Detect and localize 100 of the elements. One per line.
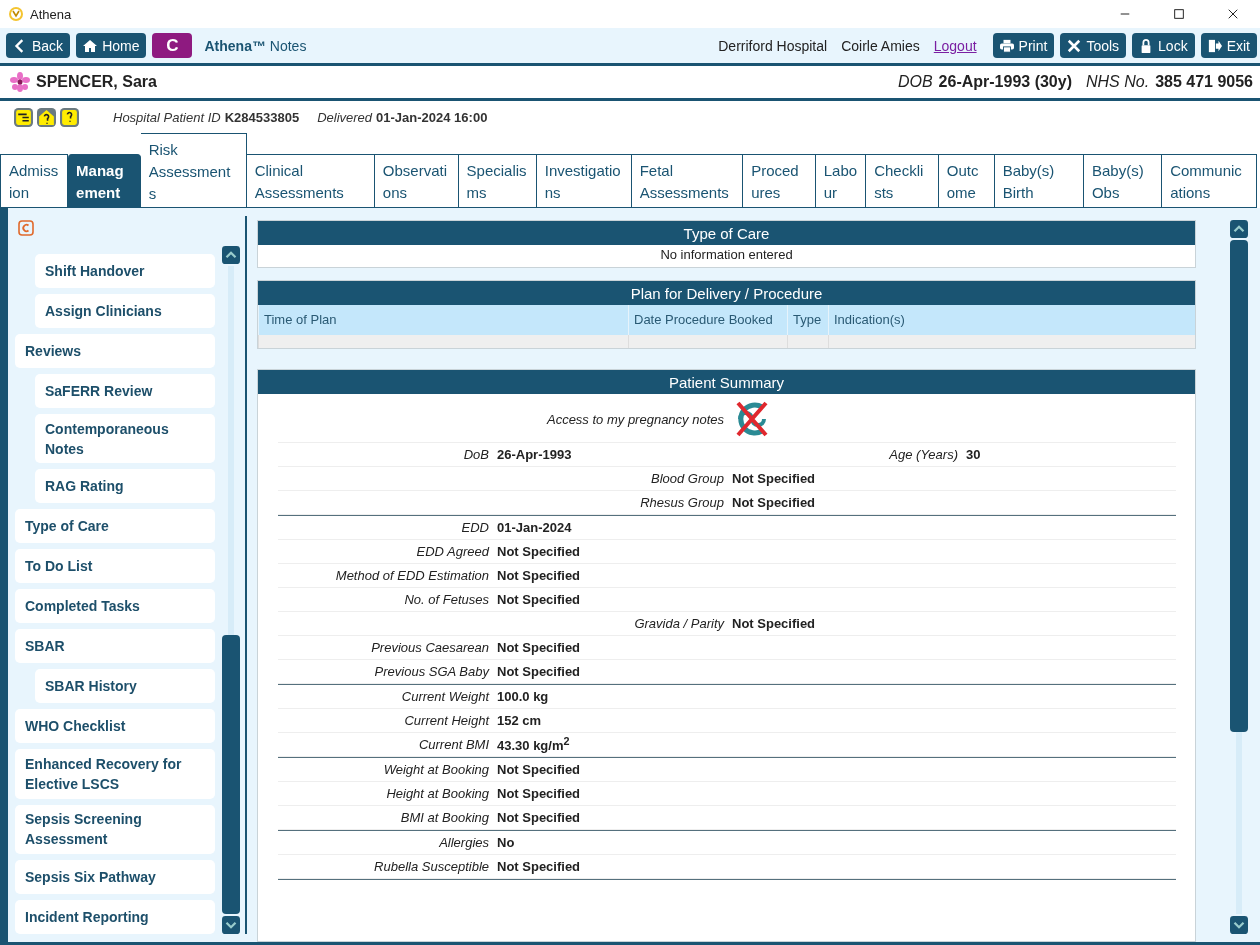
logo-button[interactable]: C [152, 33, 193, 58]
field-label: Rubella Susceptible [373, 859, 489, 874]
sidebar-item[interactable]: Shift Handover [35, 254, 215, 288]
scroll-thumb[interactable] [222, 635, 240, 914]
hospital-id-value: K284533805 [224, 109, 300, 125]
scroll-up-icon[interactable] [222, 246, 240, 264]
app-logo-icon [8, 6, 24, 22]
nav-button[interactable]: Home [76, 33, 147, 58]
sidebar-item[interactable]: Sepsis Six Pathway [15, 860, 215, 894]
field-label: No. of Fetuses [403, 592, 489, 607]
sidebar-item[interactable]: Completed Tasks [15, 589, 215, 624]
empty-message: No information entered [659, 246, 794, 264]
field-value: Not Specified [497, 640, 582, 655]
field-label: EDD Agreed [415, 544, 489, 559]
nhs-value: 385 471 9056 [1155, 73, 1253, 91]
flower-icon [10, 72, 30, 92]
field-value: 26-Apr-1993 [497, 447, 573, 462]
field-value: 30 [966, 447, 982, 462]
delivered-value: 01-Jan-2024 16:00 [376, 109, 488, 125]
nhs-label: NHS No. [1086, 73, 1150, 91]
sidebar-item[interactable]: SBAR History [35, 669, 215, 704]
home-icon [83, 38, 98, 53]
table-cell [787, 335, 828, 348]
sidebar-item[interactable]: Incident Reporting [15, 900, 215, 934]
sidebar-item[interactable]: Contemporaneous Notes [35, 414, 215, 464]
field-value: Not Specified [497, 762, 582, 777]
sidebar-item[interactable]: Type of Care [15, 509, 215, 544]
field-label: EDD [460, 520, 489, 535]
field-label: Current BMI [417, 737, 489, 752]
scroll-down-icon[interactable] [222, 916, 240, 934]
field-value: 01-Jan-2024 [497, 520, 573, 535]
field-label: Age (Years) [888, 447, 958, 462]
field-value: Not Specified [732, 471, 817, 486]
field-label: Method of EDD Estimation [334, 568, 489, 583]
field-value: Not Specified [497, 664, 582, 679]
alert-icon [37, 107, 56, 127]
maximize-icon[interactable] [1173, 8, 1185, 20]
printer-icon [999, 38, 1014, 53]
field-label: Current Height [403, 713, 489, 728]
sidebar-item[interactable]: Sepsis Screening Assessment [15, 804, 215, 854]
scroll-down-icon[interactable] [1230, 916, 1248, 934]
field-label: Allergies [438, 835, 489, 850]
tools-icon [1067, 38, 1082, 53]
field-value: Not Specified [732, 616, 817, 631]
toolbar-button[interactable]: Tools [1060, 33, 1127, 58]
tab[interactable]: Admission [0, 154, 69, 208]
sidebar-item[interactable]: WHO Checklist [15, 709, 215, 744]
field-value: 152 cm [497, 713, 543, 728]
sidebar-item[interactable]: To Do List [15, 549, 215, 584]
field-label: Current Weight [400, 689, 489, 704]
column-header: Type [787, 305, 828, 335]
field-value: Not Specified [497, 786, 582, 801]
field-label: Access to my pregnancy notes [545, 411, 724, 427]
field-value: Not Specified [497, 568, 582, 583]
c-icon [18, 220, 34, 236]
panel-title: Patient Summary [258, 370, 1195, 394]
column-header: Indication(s) [828, 305, 1195, 335]
sidebar-item[interactable]: SaFERR Review [35, 374, 215, 408]
toolbar-button[interactable]: Print [992, 33, 1055, 58]
field-value: 100.0 kg [497, 689, 550, 704]
field-value: Not Specified [732, 495, 817, 510]
field-label: Gravida / Parity [633, 616, 724, 631]
scrollbar[interactable] [1230, 220, 1248, 934]
window-title: Athena [30, 6, 72, 22]
field-label: Previous SGA Baby [373, 664, 489, 679]
sidebar-item[interactable]: SBAR [15, 629, 215, 664]
field-label: BMI at Booking [399, 810, 489, 825]
field-label: Rhesus Group [639, 495, 724, 510]
scroll-up-icon[interactable] [1230, 220, 1248, 238]
field-value: Not Specified [497, 544, 582, 559]
hospital-id-label: Hospital Patient ID [113, 109, 221, 125]
field-value: Not Specified [497, 859, 582, 874]
field-label: Height at Booking [385, 786, 489, 801]
patient-name: SPENCER, Sara [36, 73, 157, 91]
toolbar-button[interactable]: Lock [1132, 33, 1195, 58]
scroll-thumb[interactable] [1230, 240, 1248, 732]
sidebar-item[interactable]: RAG Rating [35, 469, 215, 504]
nav-button[interactable]: Back [6, 33, 71, 58]
hospital-name: Derriford Hospital [718, 37, 828, 54]
tab[interactable]: Management [68, 154, 141, 208]
sidebar-item[interactable]: Enhanced Recovery for Elective LSCS [15, 749, 215, 799]
field-value: No [497, 835, 516, 850]
column-header: Time of Plan [258, 305, 628, 335]
field-label: Weight at Booking [382, 762, 489, 777]
field-label: DoB [462, 447, 489, 462]
sidebar-item[interactable]: Assign Clinicians [35, 294, 215, 328]
field-value: Not Specified [497, 810, 582, 825]
field-label: Previous Caesarean [370, 640, 489, 655]
close-icon[interactable] [1227, 8, 1239, 20]
dob-label: DOB [897, 73, 933, 91]
delivered-label: Delivered [317, 109, 373, 125]
column-header: Date Procedure Booked [628, 305, 787, 335]
app-name: Athena™ Notes [204, 37, 307, 54]
field-value: Not Specified [497, 592, 582, 607]
dob-value: 26-Apr-1993 (30y) [938, 73, 1072, 91]
sidebar-item[interactable]: Reviews [15, 334, 215, 368]
logout-link[interactable]: Logout [933, 37, 977, 54]
field-value: 43.30 kg/m$^{2}$ [497, 735, 571, 754]
user-name: Coirle Amies [841, 37, 920, 54]
toolbar-button[interactable]: Exit [1200, 33, 1257, 58]
